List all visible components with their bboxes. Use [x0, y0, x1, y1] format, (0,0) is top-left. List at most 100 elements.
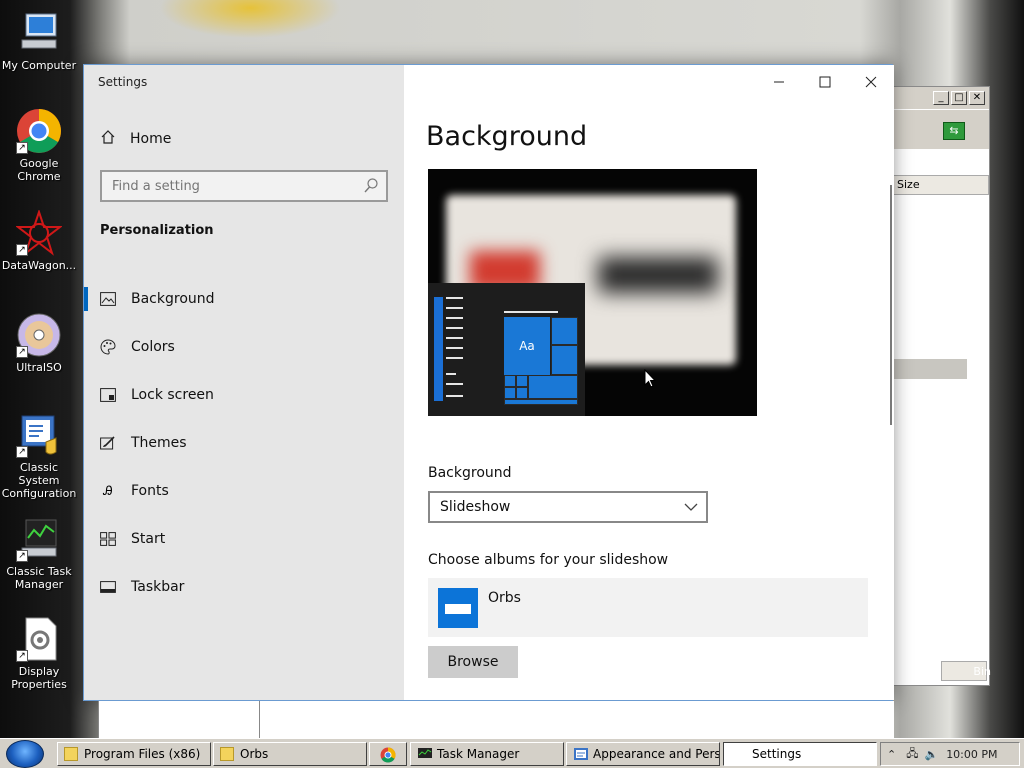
album-name: Orbs: [488, 590, 521, 606]
nav-item-lock-screen[interactable]: Lock screen: [84, 371, 404, 419]
desktop-icon-ultraiso[interactable]: ↗ UltraISO: [0, 312, 78, 374]
shortcut-arrow-icon: ↗: [16, 346, 28, 358]
background-window-close-button[interactable]: ✕: [969, 91, 985, 105]
volume-icon[interactable]: 🔈: [924, 748, 938, 761]
system-tray: ⌃ 🖧 🔈 10:00 PM: [880, 742, 1020, 766]
taskbar-icon: [100, 579, 116, 595]
desktop-icon-datawagon[interactable]: ↗ DataWagon...: [0, 208, 78, 272]
lock-screen-icon: [100, 387, 116, 403]
taskbar-button-label: Orbs: [240, 747, 269, 761]
shortcut-arrow-icon: ↗: [16, 142, 28, 154]
display-properties-icon: ↗: [16, 616, 62, 662]
taskbar-button-settings[interactable]: Settings: [723, 742, 877, 766]
close-button[interactable]: [848, 65, 894, 99]
nav-item-background[interactable]: Background: [84, 275, 404, 323]
desktop-icon-classic-system-configuration[interactable]: ↗ Classic System Configuration: [0, 412, 78, 500]
taskbar-button-program-files[interactable]: Program Files (x86): [57, 742, 211, 766]
task-manager-icon: ↗: [16, 516, 62, 562]
nav-item-label: Background: [131, 291, 215, 307]
desktop-icon-classic-task-manager[interactable]: ↗ Classic Task Manager: [0, 516, 78, 591]
background-type-value: Slideshow: [440, 499, 511, 515]
desktop-icon-label: My Computer: [1, 59, 77, 72]
shortcut-arrow-icon: ↗: [16, 244, 28, 256]
taskbar-button-chrome[interactable]: [369, 742, 407, 766]
desktop-icon-my-computer[interactable]: My Computer: [0, 10, 78, 72]
shortcut-arrow-icon: ↗: [16, 550, 28, 562]
background-window-bottom: [98, 701, 894, 738]
desktop-icon-label: Google Chrome: [17, 157, 61, 183]
background-preview: Aa: [428, 169, 757, 416]
preview-tile-aa: Aa: [504, 317, 550, 375]
home-icon: [100, 129, 116, 149]
desktop-icon-label: Classic System Configuration: [1, 461, 77, 500]
datawagon-icon: ↗: [15, 208, 63, 256]
chevron-up-icon[interactable]: ⌃: [887, 748, 896, 761]
computer-icon: [16, 10, 62, 56]
page-title: Background: [426, 121, 588, 152]
preview-start-menu-strip: [434, 297, 443, 401]
desktop-icon-google-chrome[interactable]: ↗ Google Chrome: [0, 108, 78, 183]
network-icon[interactable]: 🖧: [906, 745, 918, 764]
nav-item-colors[interactable]: Colors: [84, 323, 404, 371]
taskbar-button-task-manager[interactable]: Task Manager: [410, 742, 564, 766]
nav-item-label: Fonts: [131, 483, 169, 499]
preview-tile: [504, 387, 516, 399]
taskbar-button-label: Appearance and Pers...: [593, 747, 720, 761]
taskbar-button-appearance[interactable]: Appearance and Pers...: [566, 742, 720, 766]
desktop-icon-label-bin: Bin: [973, 665, 991, 678]
preview-tile: [504, 375, 516, 387]
preview-start-menu: Aa: [428, 283, 585, 416]
brush-icon: [100, 435, 116, 451]
nav-item-start[interactable]: Start: [84, 515, 404, 563]
folder-icon: [64, 747, 78, 761]
settings-sidebar: Settings Home Personalization Background: [84, 65, 404, 700]
palette-icon: [100, 339, 116, 355]
column-header-size[interactable]: Size: [893, 175, 989, 195]
content-scrollbar[interactable]: [890, 185, 892, 425]
settings-window[interactable]: Settings Home Personalization Background: [83, 64, 894, 701]
disc-icon: ↗: [16, 312, 62, 358]
nav-item-taskbar[interactable]: Taskbar: [84, 563, 404, 611]
desktop-icon-display-properties[interactable]: ↗ Display Properties: [0, 616, 78, 691]
taskbar-button-label: Task Manager: [437, 747, 520, 761]
browse-button[interactable]: Browse: [428, 646, 518, 678]
start-button[interactable]: [6, 740, 44, 768]
preview-group-label-line: [504, 311, 558, 313]
folder-icon: [220, 747, 234, 761]
desktop-icon-label: Classic Task Manager: [6, 565, 72, 591]
shortcut-arrow-icon: ↗: [16, 650, 28, 662]
preview-wallpaper-shape: [598, 257, 718, 293]
preview-tile: [551, 317, 578, 345]
search-icon[interactable]: [364, 178, 378, 198]
minimize-button[interactable]: [756, 65, 802, 99]
preview-tile: [504, 399, 578, 405]
nav-item-label: Colors: [131, 339, 175, 355]
album-folder-icon: [438, 588, 478, 628]
background-type-dropdown[interactable]: Slideshow: [428, 491, 708, 523]
nav-item-themes[interactable]: Themes: [84, 419, 404, 467]
task-manager-icon: [417, 747, 432, 761]
refresh-icon[interactable]: ⇆: [943, 122, 965, 140]
search-box[interactable]: [100, 170, 388, 202]
close-icon: [865, 76, 877, 88]
selected-row[interactable]: [893, 359, 967, 379]
album-item-orbs[interactable]: Orbs: [428, 578, 868, 637]
taskbar: Program Files (x86) Orbs Task Manager Ap…: [0, 738, 1024, 768]
taskbar-button-orbs[interactable]: Orbs: [213, 742, 367, 766]
chrome-icon: ↗: [16, 108, 62, 154]
background-window-minimize-button[interactable]: _: [933, 91, 949, 105]
search-input[interactable]: [102, 172, 342, 200]
home-label: Home: [130, 131, 172, 147]
section-title: Personalization: [100, 223, 214, 238]
shortcut-arrow-icon: ↗: [16, 446, 28, 458]
maximize-icon: [819, 76, 831, 88]
image-icon: [100, 291, 116, 307]
clock[interactable]: 10:00 PM: [946, 748, 997, 761]
background-window-maximize-button[interactable]: □: [951, 91, 967, 105]
home-link[interactable]: Home: [100, 127, 171, 151]
maximize-button[interactable]: [802, 65, 848, 99]
nav-item-label: Lock screen: [131, 387, 214, 403]
chrome-icon: [380, 747, 396, 763]
preview-tile: [516, 387, 528, 399]
nav-item-fonts[interactable]: Ꭿ Fonts: [84, 467, 404, 515]
